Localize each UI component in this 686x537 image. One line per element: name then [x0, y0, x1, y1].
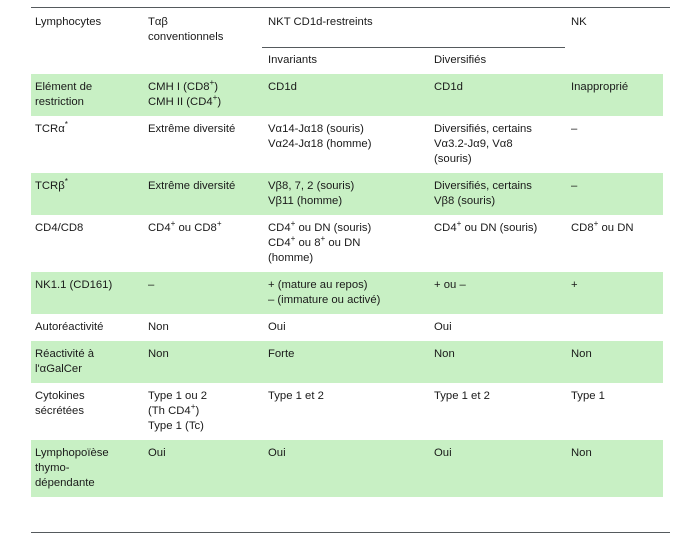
cell-nk: Non	[567, 341, 664, 384]
table-row: Cytokines sécrétées Type 1 ou 2 (Th CD4+) Ty…	[31, 383, 664, 441]
row-label: Autoréactivité	[31, 314, 144, 342]
row-label: Lymphopoïèse thymo-dépendante	[31, 440, 144, 498]
cell-nkt-diversifies: CD1d	[430, 74, 568, 117]
header-row-sub: Invariants Diversifiés	[31, 47, 663, 74]
row-label: Elément de restriction	[31, 74, 144, 117]
table-row: NK1.1 (CD161) – + (mature au repos) – (imma…	[31, 272, 664, 315]
cell-nkt-invariants: Forte	[264, 341, 430, 384]
table-bottom-rule	[31, 532, 670, 533]
cell-tab-conventionnels: Extrême diversité	[144, 116, 264, 174]
table-body: Elément de restriction CMH I (CD8+) CMH II …	[31, 74, 664, 498]
cell-nkt-diversifies: + ou –	[430, 272, 568, 315]
cell-nk: Inapproprié	[567, 74, 664, 117]
comparison-table-container: Lymphocytes Tαβ conventionnels NKT CD1d-…	[0, 0, 686, 537]
cell-nkt-invariants: Oui	[264, 440, 430, 498]
cell-nkt-invariants: CD1d	[264, 74, 430, 117]
cell-nkt-diversifies: Non	[430, 341, 568, 384]
table-header: Lymphocytes Tαβ conventionnels NKT CD1d-…	[31, 8, 663, 74]
header-row-top: Lymphocytes Tαβ conventionnels NKT CD1d-…	[31, 8, 663, 47]
row-label: CD4/CD8	[31, 215, 144, 273]
cell-tab-conventionnels: Non	[144, 314, 264, 342]
header-sub-spacer-5	[567, 47, 663, 74]
header-tab-conventionnels: Tαβ conventionnels	[148, 16, 224, 44]
cell-nkt-invariants: CD4+ ou DN (souris) CD4+ ou 8+ ou DN (homm…	[264, 215, 430, 273]
cell-nkt-invariants: Vβ8, 7, 2 (souris) Vβ11 (homme)	[264, 173, 430, 216]
cell-nkt-diversifies: Diversifiés, certains Vα3.2-Jα9, Vα8 (sour…	[430, 116, 568, 174]
table-row: TCRβ* Extrême diversité Vβ8, 7, 2 (souris)…	[31, 173, 664, 216]
header-sub-spacer-2	[144, 47, 264, 74]
header-diversifies: Diversifiés	[434, 54, 487, 67]
cell-tab-conventionnels: CD4+ ou CD8+	[144, 215, 264, 273]
cell-nk: Non	[567, 440, 664, 498]
table-row: Elément de restriction CMH I (CD8+) CMH II …	[31, 74, 664, 117]
cell-tab-conventionnels: Extrême diversité	[144, 173, 264, 216]
row-label: TCRβ*	[31, 173, 144, 216]
header-invariants: Invariants	[268, 54, 317, 67]
row-label: TCRα*	[31, 116, 144, 174]
cell-nkt-diversifies: Diversifiés, certains Vβ8 (souris)	[430, 173, 568, 216]
row-label: NK1.1 (CD161)	[31, 272, 144, 315]
cell-nkt-diversifies: Oui	[430, 314, 568, 342]
row-label: Réactivité à l'αGalCer	[31, 341, 144, 384]
cell-nk: CD8+ ou DN	[567, 215, 664, 273]
cell-nkt-diversifies: Type 1 et 2	[430, 383, 568, 441]
cell-nk: –	[567, 173, 664, 216]
cell-nk	[567, 314, 664, 342]
table-row: CD4/CD8 CD4+ ou CD8+ CD4+ ou DN (souris) CD…	[31, 215, 664, 273]
cell-nkt-invariants: + (mature au repos) – (immature ou activé…	[264, 272, 430, 315]
cell-nkt-diversifies: Oui	[430, 440, 568, 498]
cell-nk: Type 1	[567, 383, 664, 441]
table-row: Réactivité à l'αGalCer Non Forte Non Non	[31, 341, 664, 384]
cell-nkt-invariants: Type 1 et 2	[264, 383, 430, 441]
cell-nkt-invariants: Vα14-Jα18 (souris) Vα24-Jα18 (homme)	[264, 116, 430, 174]
table-row: Lymphopoïèse thymo-dépendante Oui Oui Oui Non	[31, 440, 664, 498]
lymphocyte-comparison-table: Lymphocytes Tαβ conventionnels NKT CD1d-…	[31, 8, 664, 498]
table-row: Autoréactivité Non Oui Oui	[31, 314, 664, 342]
cell-tab-conventionnels: CMH I (CD8+) CMH II (CD4+)	[144, 74, 264, 117]
header-nkt-group: NKT CD1d-restreints	[268, 16, 373, 28]
row-label: Cytokines sécrétées	[31, 383, 144, 441]
cell-nkt-invariants: Oui	[264, 314, 430, 342]
cell-tab-conventionnels: Non	[144, 341, 264, 384]
header-lymphocytes: Lymphocytes	[35, 16, 102, 28]
table-row: TCRα* Extrême diversité Vα14-Jα18 (souris)…	[31, 116, 664, 174]
cell-nkt-diversifies: CD4+ ou DN (souris)	[430, 215, 568, 273]
header-nk: NK	[571, 16, 587, 28]
cell-nk: +	[567, 272, 664, 315]
cell-nk: –	[567, 116, 664, 174]
header-sub-spacer-1	[31, 47, 144, 74]
cell-tab-conventionnels: Type 1 ou 2 (Th CD4+) Type 1 (Tc)	[144, 383, 264, 441]
cell-tab-conventionnels: –	[144, 272, 264, 315]
cell-tab-conventionnels: Oui	[144, 440, 264, 498]
